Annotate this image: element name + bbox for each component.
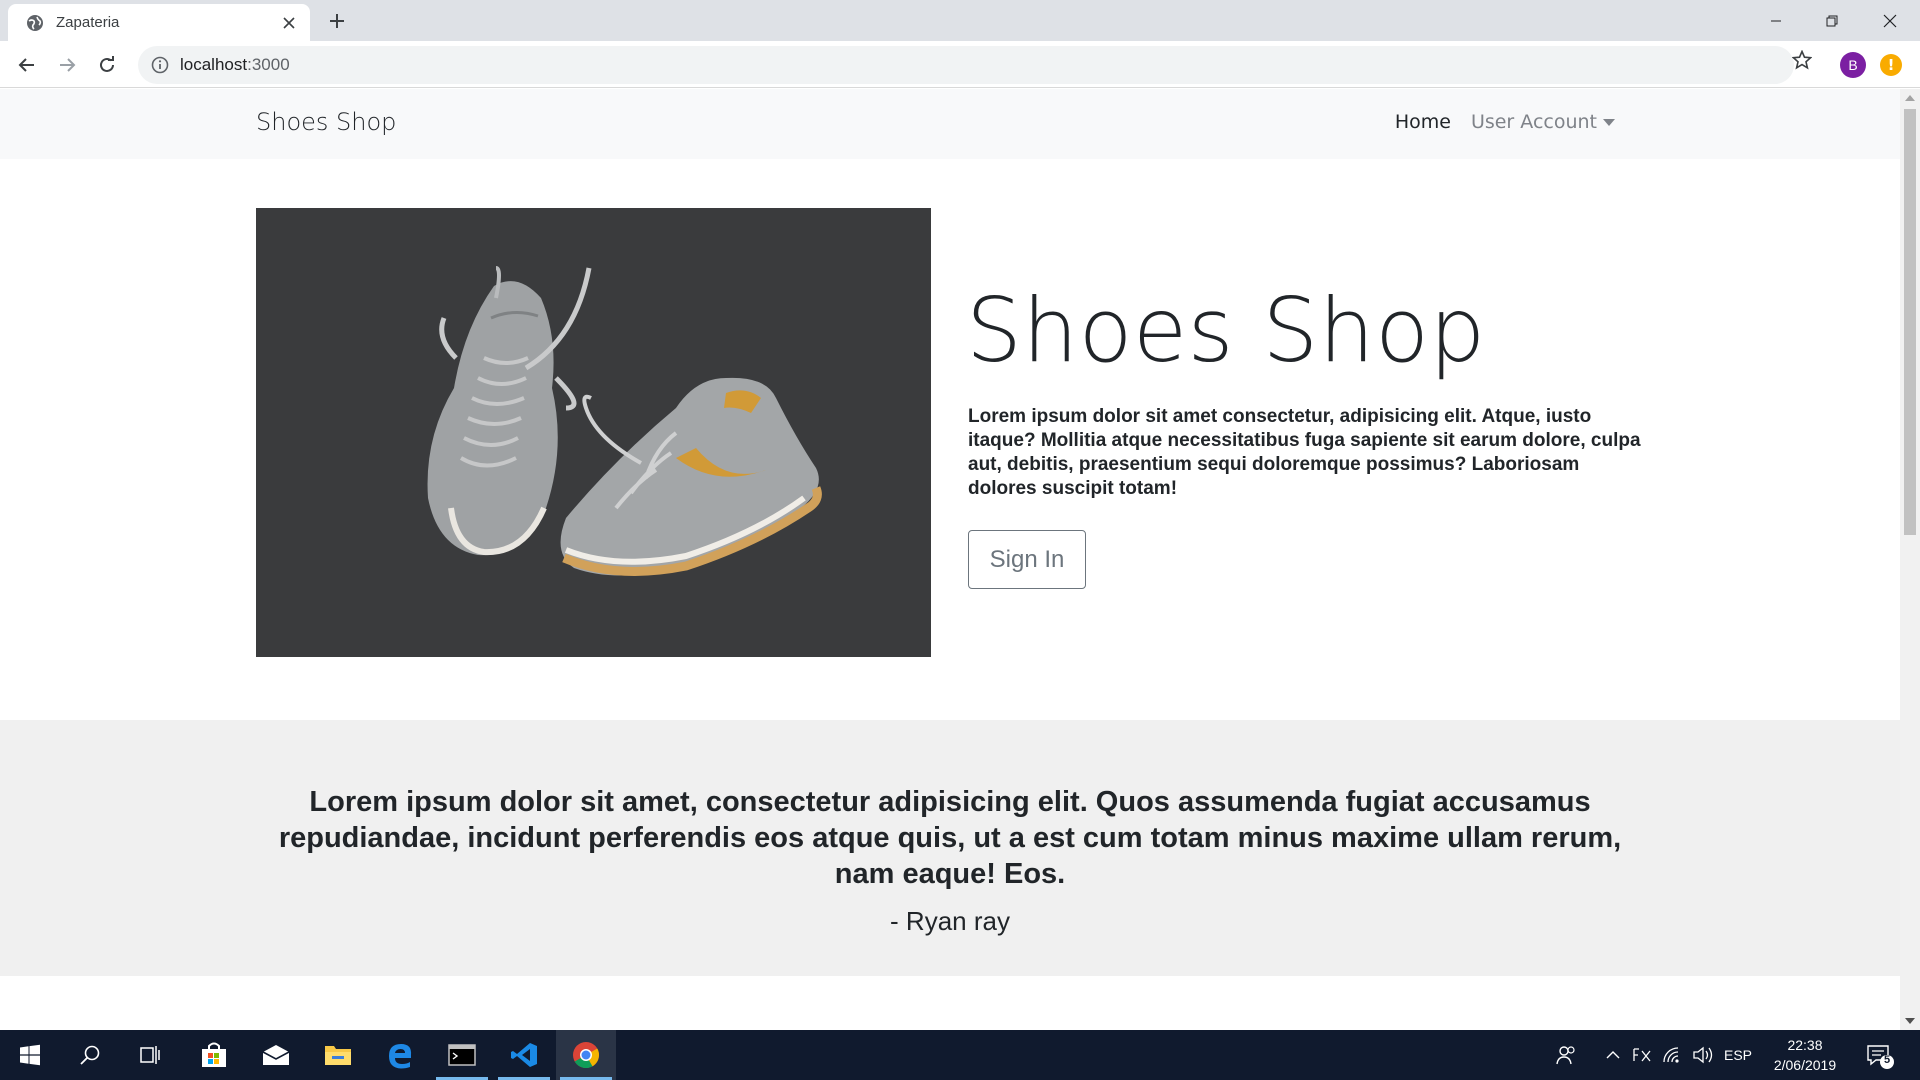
- chrome-icon: [573, 1042, 600, 1069]
- task-view-button[interactable]: [120, 1030, 180, 1080]
- testimonial-quote: Lorem ipsum dolor sit amet, consectetur …: [278, 786, 1622, 890]
- people-button[interactable]: [1536, 1030, 1596, 1080]
- navbar-brand[interactable]: Shoes Shop: [256, 108, 396, 136]
- store-icon: [202, 1042, 226, 1067]
- testimonial-section: Lorem ipsum dolor sit amet, consectetur …: [0, 720, 1900, 976]
- close-tab-icon[interactable]: [280, 14, 298, 32]
- store-app[interactable]: [184, 1030, 244, 1080]
- page-viewport: Shoes Shop Home User Account Shoes Shop …: [0, 89, 1900, 1030]
- keyboard-input-icon: [1633, 1048, 1651, 1062]
- input-indicator[interactable]: [1628, 1030, 1658, 1080]
- back-button[interactable]: [12, 50, 42, 80]
- windows-logo-icon: [20, 1044, 40, 1066]
- terminal-icon: [448, 1044, 476, 1066]
- edge-icon: [389, 1044, 412, 1069]
- profile-avatar[interactable]: B: [1840, 52, 1866, 78]
- chevron-up-icon: [1606, 1051, 1620, 1059]
- vscode-icon: [511, 1043, 537, 1067]
- forward-button[interactable]: [52, 50, 82, 80]
- start-button[interactable]: [0, 1030, 60, 1080]
- scroll-up-icon[interactable]: [1905, 95, 1915, 101]
- tab-zapateria[interactable]: Zapateria: [8, 4, 310, 41]
- volume-button[interactable]: [1688, 1030, 1718, 1080]
- update-alert-icon[interactable]: !: [1880, 54, 1902, 76]
- chrome-app[interactable]: [556, 1030, 616, 1080]
- notification-count: 5: [1883, 1054, 1891, 1066]
- edge-app[interactable]: [370, 1030, 430, 1080]
- info-icon[interactable]: [150, 55, 170, 75]
- page-scrollbar[interactable]: [1900, 89, 1920, 1030]
- wifi-icon: [1663, 1047, 1679, 1063]
- restore-button[interactable]: [1804, 0, 1860, 41]
- system-clock[interactable]: 22:38 2/06/2019: [1760, 1035, 1850, 1075]
- search-icon: [80, 1045, 100, 1065]
- mail-app[interactable]: [246, 1030, 306, 1080]
- action-center-button[interactable]: 5: [1864, 1040, 1894, 1070]
- url-text: localhost:3000: [180, 55, 290, 74]
- sign-in-button[interactable]: Sign In: [968, 530, 1086, 589]
- clock-date: 2/06/2019: [1773, 1057, 1837, 1073]
- user-account-dropdown[interactable]: User Account: [1471, 111, 1615, 133]
- scroll-down-icon[interactable]: [1905, 1018, 1915, 1024]
- file-explorer-app[interactable]: [308, 1030, 368, 1080]
- search-button[interactable]: [60, 1030, 120, 1080]
- reload-button[interactable]: [92, 50, 122, 80]
- testimonial-author: - Ryan ray: [890, 906, 1010, 936]
- mail-icon: [262, 1045, 290, 1065]
- people-icon: [1556, 1046, 1575, 1065]
- user-account-label: User Account: [1470, 111, 1597, 133]
- folder-icon: [325, 1046, 351, 1065]
- nav-home-link[interactable]: Home: [1395, 111, 1451, 133]
- windows-taskbar: ESP 22:38 2/06/2019 5: [0, 1030, 1920, 1080]
- show-hidden-icons-button[interactable]: [1598, 1030, 1628, 1080]
- bookmark-star-icon[interactable]: [1792, 50, 1812, 70]
- close-window-button[interactable]: [1862, 0, 1918, 41]
- globe-icon: [27, 14, 43, 31]
- browser-toolbar: localhost:3000 B !: [0, 41, 1920, 88]
- task-view-icon: [140, 1046, 160, 1064]
- speaker-icon: [1693, 1046, 1713, 1064]
- tab-strip: Zapateria: [0, 0, 1920, 41]
- hero-description: Lorem ipsum dolor sit amet consectetur, …: [968, 406, 1641, 499]
- tab-title: Zapateria: [56, 14, 120, 31]
- hero-title: Shoes Shop: [966, 279, 1486, 382]
- reload-icon: [100, 56, 114, 72]
- sneakers-image: [256, 208, 931, 657]
- address-bar[interactable]: localhost:3000: [138, 46, 1794, 84]
- caret-down-icon: [1603, 118, 1615, 126]
- forward-arrow-icon: [60, 58, 76, 72]
- new-tab-button[interactable]: [322, 8, 352, 34]
- back-arrow-icon: [18, 58, 34, 72]
- clock-time: 22:38: [1787, 1037, 1823, 1053]
- scrollbar-thumb[interactable]: [1904, 109, 1916, 535]
- vscode-app[interactable]: [494, 1030, 554, 1080]
- navbar-links: Home User Account: [1395, 111, 1615, 133]
- language-indicator[interactable]: ESP: [1724, 1030, 1752, 1080]
- site-navbar: Shoes Shop Home User Account: [0, 89, 1900, 159]
- terminal-app[interactable]: [432, 1030, 492, 1080]
- network-button[interactable]: [1658, 1030, 1688, 1080]
- minimize-button[interactable]: [1748, 0, 1804, 41]
